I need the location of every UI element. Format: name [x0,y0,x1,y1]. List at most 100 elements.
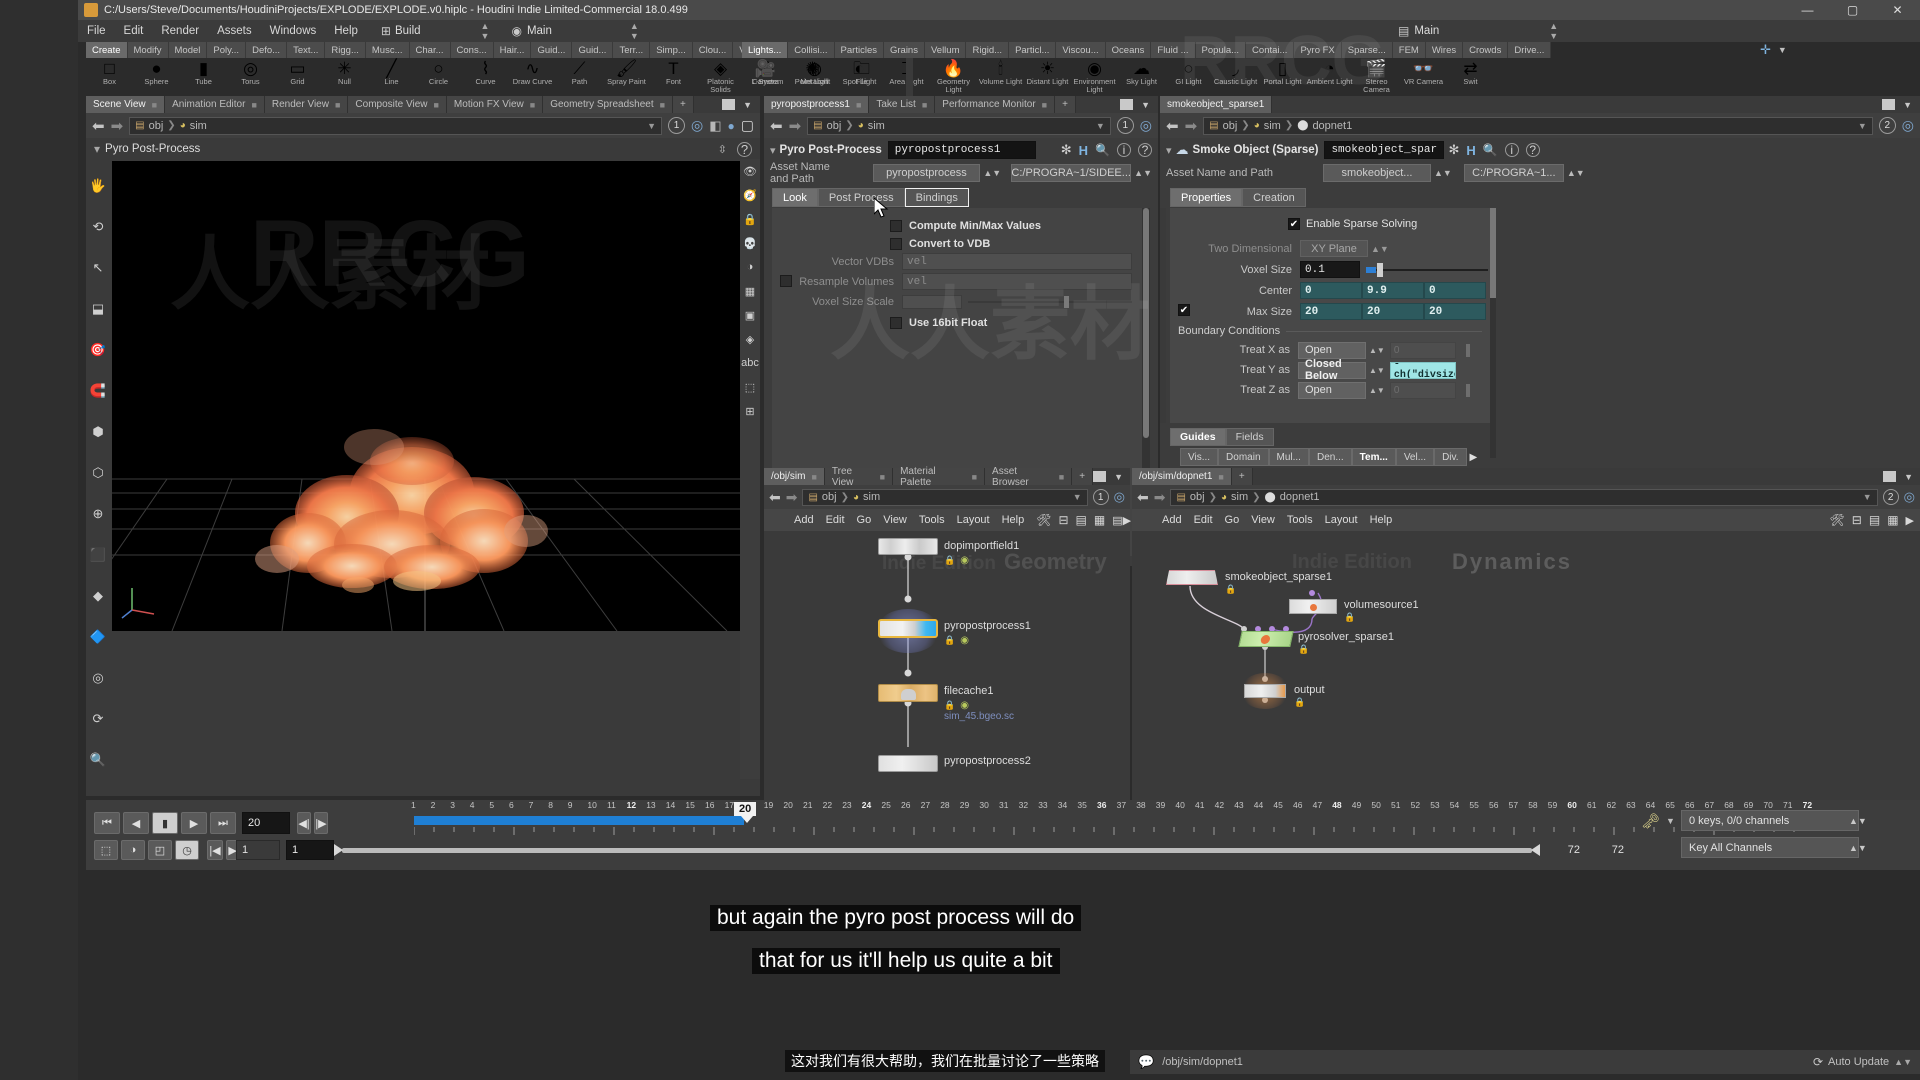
viewport-left-tool-5-icon[interactable]: 🧲 [86,370,110,411]
node-pyrosolver-sparse1[interactable] [1238,631,1294,647]
breadcrumb-sim[interactable]: sim [190,120,207,132]
network-left-menubar[interactable]: Add Edit Go View Tools Layout Help 🛠 ⊟ ▤ ▦ ▤▶ [764,509,1131,531]
params-right-index-badge[interactable]: 2 [1878,117,1896,134]
keys-row[interactable]: 🗝 ▼ 0 keys, 0/0 channels ▲▼ [1641,810,1867,831]
palette-icon[interactable]: ▦ [1887,513,1898,527]
build-selector[interactable]: ⊞ Build ▲ ▼ [381,21,490,41]
minimize-button[interactable]: — [1785,0,1830,20]
params-right-breadcrumb-obj[interactable]: obj [1223,120,1238,132]
network-right-menu-add[interactable]: Add [1162,514,1182,526]
timeline-tick-41[interactable]: 41 [1195,800,1204,810]
go-to-end-button[interactable]: ⏭ [210,812,236,834]
autokey-toggle[interactable]: ⬚ [94,840,118,860]
boundary-mode-0[interactable]: Open [1298,341,1366,359]
viewport-left-tool-11-icon[interactable]: 🔷 [86,616,110,657]
network-left-menu-go[interactable]: Go [857,514,872,526]
timeline-tick-58[interactable]: 58 [1528,800,1537,810]
network-right-menu-tools[interactable]: Tools [1287,514,1313,526]
asset-name-field[interactable]: pyropostprocess [872,164,981,182]
tab-performancemonitor[interactable]: Performance Monitor ■ [935,96,1056,113]
params-left-path-field[interactable]: ▤ obj ❯ ◕ sim ▼ [807,116,1111,135]
timeline-tick-42[interactable]: 42 [1215,800,1224,810]
viewport-display-icon[interactable]: ◧ [709,118,721,134]
params-right-scrollbar[interactable] [1490,208,1496,458]
timeline-tick-3[interactable]: 3 [450,800,455,810]
checkbox-5[interactable] [890,316,902,329]
right-desktop-selector[interactable]: ▤ Main ▲ ▼ [1398,20,1558,42]
display-flag-icon[interactable]: ◉ [960,555,969,566]
timeline-tick-69[interactable]: 69 [1744,800,1753,810]
timeline-tick-48[interactable]: 48 [1332,800,1341,810]
timeline-tick-61[interactable]: 61 [1587,800,1596,810]
more-icon[interactable]: ▶ [1906,514,1914,527]
timeline-tick-27[interactable]: 27 [921,800,930,810]
viewport-canvas[interactable]: 🔒 Persp ▾ cam1 ▾ [112,161,740,631]
network-right-forward-icon[interactable]: ➡ [1154,489,1166,506]
shelf-item-pointlight[interactable]: ✺ Point Light [789,60,836,94]
close-icon[interactable]: ■ [1218,472,1223,482]
network-left-menu-icon[interactable]: ▼ [1114,472,1123,482]
network-right-breadcrumb-row[interactable]: ⬅ ➡ ▤ obj ❯ ◕ sim ❯ ⬤ dopnet1 ▼ 2 ◎ [1132,485,1920,509]
viewport-tool-2-icon[interactable]: 🔒 [740,207,760,231]
timeline-tick-49[interactable]: 49 [1352,800,1361,810]
slider-value-field[interactable] [902,294,962,309]
slider-thumb[interactable] [1064,295,1069,308]
timeline-tick-19[interactable]: 19 [764,800,773,810]
timeline-tick-54[interactable]: 54 [1450,800,1459,810]
breadcrumb-obj[interactable]: obj [149,120,164,132]
shelf-tabs-left[interactable]: Create Modify Model Poly... Defo... Text... Ri… [86,42,773,58]
viewport-pane-menu-icon[interactable]: ▼ [743,100,752,110]
shelf-tab-collisi[interactable]: Collisi... [788,42,835,58]
timeline-tick-26[interactable]: 26 [901,800,910,810]
node-flags-filecache1[interactable]: 🔒 ◉ [944,700,969,711]
timeline-tick-9[interactable]: 9 [568,800,573,810]
timeline-tick-31[interactable]: 31 [999,800,1008,810]
close-icon[interactable]: ■ [251,100,256,110]
params-left-forward-icon[interactable]: ➡ [789,117,802,135]
viewport-light-icon[interactable]: ● [728,119,735,133]
shelf-tab-model[interactable]: Model [168,42,208,58]
center-field-0[interactable]: 0 [1300,282,1362,299]
node-body[interactable] [878,684,938,702]
timeline-tick-11[interactable]: 11 [607,800,616,810]
timeline-tick-29[interactable]: 29 [960,800,969,810]
enable-sparse-checkbox[interactable]: ✔ [1288,218,1300,230]
timeline-tick-68[interactable]: 68 [1724,800,1733,810]
network-left-breadcrumb-obj[interactable]: obj [822,491,837,503]
tab-objsim[interactable]: /obj/sim ■ [764,468,825,485]
range-fields[interactable]: 1 1 [236,840,334,860]
timeline-tick-60[interactable]: 60 [1567,800,1576,810]
asset-path-field[interactable]: C:/PROGRA~1/SIDEE... [1011,164,1132,182]
info-icon[interactable]: i [1504,143,1519,157]
timeline-tick-14[interactable]: 14 [666,800,675,810]
params-left-breadcrumb-row[interactable]: ⬅ ➡ ▤ obj ❯ ◕ sim ▼ 1 ◎ [764,113,1158,138]
display-flag-icon[interactable]: ◉ [960,635,969,646]
shelf-item-spotlight[interactable]: ◐ Spot Light [836,60,883,94]
wrench-icon[interactable]: 🛠 [1036,513,1051,527]
timeline-tick-30[interactable]: 30 [979,800,988,810]
params-right-menu-icon[interactable]: ▼ [1903,100,1912,110]
viewport-left-tool-10-icon[interactable]: ◆ [86,575,110,616]
timeline-tick-55[interactable]: 55 [1469,800,1478,810]
shelf-item-platonicsolids[interactable]: ◈ Platonic Solids [697,60,744,94]
range-start-button[interactable]: |◀ [207,840,223,860]
asset-path-stepper-icon[interactable]: ▲▼ [1567,168,1585,178]
folder-tab-creation[interactable]: Creation [1242,188,1306,207]
shelf-tab-grains[interactable]: Grains [883,42,925,58]
viewport-tool-7-icon[interactable]: ◈ [740,327,760,351]
keys-status-field[interactable]: 0 keys, 0/0 channels [1680,810,1859,831]
viewport-left-tool-2-icon[interactable]: ↖ [86,247,110,288]
lock-icon[interactable]: 🔒 [1294,697,1305,708]
menu-item-file[interactable]: File [78,25,115,37]
params-left-tabs[interactable]: pyropostprocess1 ■ Take List ■ Performance M… [764,96,1056,113]
timeline-tick-70[interactable]: 70 [1763,800,1772,810]
center-field-1[interactable]: 9.9 [1362,282,1424,299]
params-right-tabs[interactable]: smokeobject_sparse1 [1160,96,1273,113]
viewport-left-tool-8-icon[interactable]: ⊕ [86,493,110,534]
palette-icon[interactable]: ▦ [1094,513,1105,527]
shelf-icons-right[interactable]: 🎥Camera✺Point Light◐Spot Light⌶Area Ligh… [742,60,1494,94]
shelf-tab-defo[interactable]: Defo... [246,42,288,58]
step-back-button[interactable]: ◀ [123,812,149,834]
shelf-item-curve[interactable]: ⌇ Curve [462,60,509,94]
folder-tab-properties[interactable]: Properties [1170,188,1243,207]
